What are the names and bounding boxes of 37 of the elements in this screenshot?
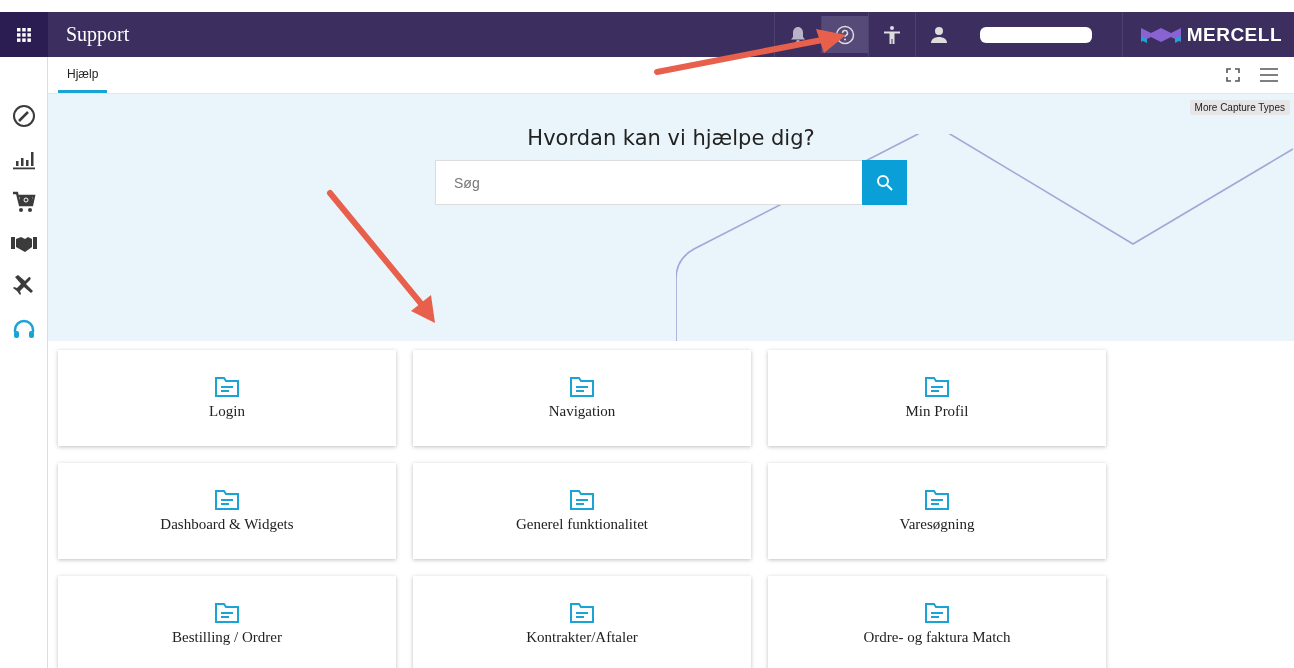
folder-icon [925, 602, 949, 623]
hero-heading: Hvordan kan vi hjælpe dig? [527, 126, 815, 150]
logo-icon [1140, 25, 1181, 44]
plane-icon [11, 274, 36, 298]
folder-icon [570, 489, 594, 510]
accessibility-icon [882, 24, 901, 45]
cart-search-icon [11, 190, 36, 214]
folder-icon [925, 376, 949, 397]
gauge-icon [11, 104, 36, 128]
category-card[interactable]: Ordre- og faktura Match [768, 576, 1106, 668]
folder-icon [215, 489, 239, 510]
bell-icon [788, 24, 807, 45]
tooltip: More Capture Types [1189, 100, 1290, 115]
category-card[interactable]: Login [58, 350, 396, 446]
grid-icon [17, 27, 31, 42]
category-card[interactable]: Min Profil [768, 350, 1106, 446]
brand-name: MERCELL [1186, 23, 1282, 46]
folder-icon [215, 602, 239, 623]
apps-button[interactable] [0, 12, 48, 57]
category-card[interactable]: Bestilling / Ordrer [58, 576, 396, 668]
folder-icon [570, 602, 594, 623]
menu-icon [1260, 68, 1278, 82]
category-card[interactable]: Varesøgning [768, 463, 1106, 559]
folder-icon [215, 376, 239, 397]
fullscreen-icon [1226, 68, 1240, 82]
search-icon [875, 173, 894, 192]
category-card[interactable]: Navigation [413, 350, 751, 446]
category-card[interactable]: Kontrakter/Aftaler [413, 576, 751, 668]
search-button[interactable] [862, 160, 907, 205]
search-field[interactable]: Søg [435, 160, 862, 205]
help-icon [834, 24, 855, 45]
folder-icon [925, 489, 949, 510]
app-title: Support [66, 23, 130, 46]
category-card[interactable]: Dashboard & Widgets [58, 463, 396, 559]
folder-icon [570, 376, 594, 397]
category-card[interactable]: Generel funktionalitet [413, 463, 751, 559]
user-icon [929, 25, 948, 44]
